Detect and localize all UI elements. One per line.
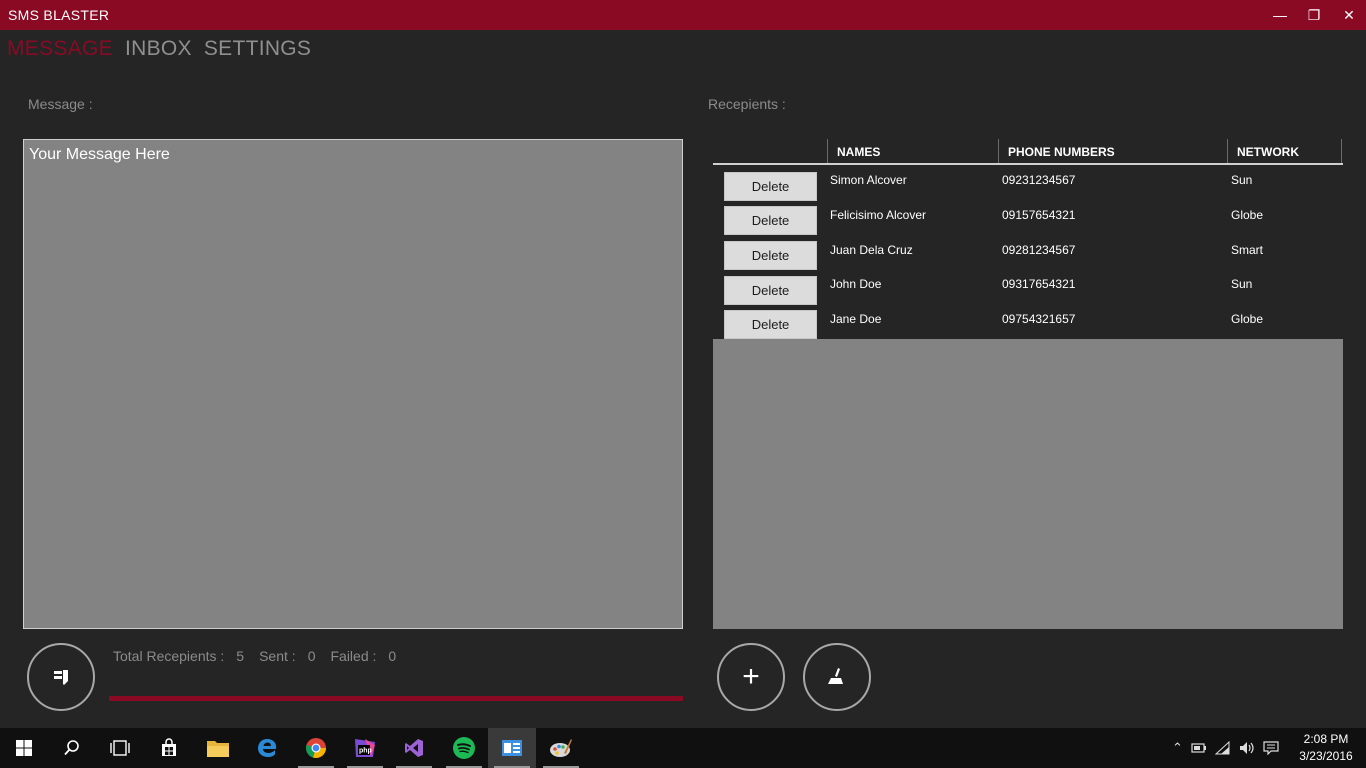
tab-message[interactable]: MESSAGE [7, 37, 113, 61]
minimize-icon: — [1273, 7, 1287, 23]
search-icon [64, 740, 79, 756]
column-header-network[interactable]: NETWORK [1227, 139, 1342, 163]
recipients-grid: NAMES PHONE NUMBERS NETWORK Delete Simon… [713, 139, 1343, 629]
recipient-name: Jane Doe [830, 312, 882, 326]
table-row: Delete Jane Doe 09754321657 Globe [713, 305, 1343, 339]
taskbar-sms-blaster[interactable] [488, 728, 536, 768]
taskbar-store[interactable] [145, 728, 193, 768]
taskbar-clock[interactable]: 2:08 PM 3/23/2016 [1294, 731, 1358, 765]
message-label: Message : [28, 96, 93, 112]
column-header-phone-numbers[interactable]: PHONE NUMBERS [998, 139, 1227, 163]
search-button[interactable] [48, 728, 96, 768]
recipient-name: John Doe [830, 277, 882, 291]
recipient-name: Felicisimo Alcover [830, 208, 927, 222]
delete-button[interactable]: Delete [724, 241, 817, 270]
taskbar-phpstorm[interactable]: php [341, 728, 389, 768]
recipient-network: Smart [1231, 243, 1264, 257]
recipients-label: Recepients : [708, 96, 786, 112]
table-row: Delete Juan Dela Cruz 09281234567 Smart [713, 236, 1343, 270]
failed-label: Failed : [330, 648, 377, 664]
main-nav: MESSAGE INBOX SETTINGS [7, 37, 311, 61]
broom-icon [828, 668, 843, 684]
taskbar-edge[interactable] [243, 728, 291, 768]
tab-settings[interactable]: SETTINGS [204, 37, 311, 61]
sent-label: Sent : [259, 648, 296, 664]
close-button[interactable]: ✕ [1332, 0, 1366, 30]
message-box [23, 139, 683, 629]
delete-button[interactable]: Delete [724, 276, 817, 305]
recipient-phone: 09317654321 [1002, 277, 1076, 291]
notifications-icon[interactable] [1263, 741, 1279, 755]
plus-icon: + [742, 660, 760, 693]
task-view-button[interactable] [96, 728, 144, 768]
phpstorm-icon: php [355, 739, 375, 757]
task-view-icon [110, 740, 130, 756]
recipient-phone: 09157654321 [1002, 208, 1076, 222]
send-icon [54, 670, 68, 685]
recipient-network: Globe [1231, 312, 1264, 326]
edge-icon [258, 739, 277, 757]
clock-date: 3/23/2016 [1299, 749, 1353, 763]
minimize-button[interactable]: — [1263, 0, 1297, 30]
app-title: SMS BLASTER [8, 7, 110, 23]
restore-button[interactable]: ❐ [1297, 0, 1331, 30]
recipient-network: Sun [1231, 173, 1253, 187]
total-recipients-label: Total Recepients : [113, 648, 225, 664]
grid-header: NAMES PHONE NUMBERS NETWORK [713, 139, 1343, 165]
spotify-icon [453, 737, 475, 759]
recipient-name: Simon Alcover [830, 173, 907, 187]
send-button[interactable] [27, 643, 95, 711]
store-icon [162, 738, 176, 756]
recipient-network: Globe [1231, 208, 1264, 222]
svg-text:php: php [359, 748, 372, 755]
sms-blaster-icon [502, 740, 522, 756]
table-row: Delete John Doe 09317654321 Sun [713, 271, 1343, 305]
failed-value: 0 [388, 648, 397, 664]
close-icon: ✕ [1343, 6, 1355, 23]
clear-recipients-button[interactable] [803, 643, 871, 711]
taskbar-paint[interactable] [537, 728, 585, 768]
table-row: Delete Simon Alcover 09231234567 Sun [713, 167, 1343, 201]
visual-studio-icon [405, 739, 423, 757]
recipients-grid-rows: NAMES PHONE NUMBERS NETWORK Delete Simon… [713, 139, 1343, 339]
taskbar-file-explorer[interactable] [194, 728, 242, 768]
paint-icon [550, 739, 572, 757]
tab-inbox[interactable]: INBOX [125, 37, 192, 61]
taskbar-spotify[interactable] [440, 728, 488, 768]
volume-icon[interactable] [1239, 741, 1255, 755]
start-button[interactable] [0, 728, 48, 768]
total-recipients-value: 5 [236, 648, 245, 664]
taskbar-visual-studio[interactable] [390, 728, 438, 768]
message-input[interactable] [29, 146, 677, 622]
taskbar-chrome[interactable] [292, 728, 340, 768]
folder-icon [207, 741, 229, 757]
system-tray: ⌃ [1172, 728, 1279, 768]
delete-button[interactable]: Delete [724, 172, 817, 201]
recipient-phone: 09754321657 [1002, 312, 1076, 326]
battery-icon[interactable] [1191, 742, 1207, 754]
recipient-phone: 09281234567 [1002, 243, 1076, 257]
delete-button[interactable]: Delete [724, 206, 817, 235]
add-recipient-button[interactable]: + [717, 643, 785, 711]
send-stats: Total Recepients : 5 Sent : 0 Failed : 0 [113, 648, 403, 664]
taskbar: php ⌃ 2:08 PM 3/23/2016 [0, 728, 1366, 768]
delete-button[interactable]: Delete [724, 310, 817, 339]
recipient-phone: 09231234567 [1002, 173, 1076, 187]
clock-time: 2:08 PM [1303, 732, 1349, 746]
restore-icon: ❐ [1307, 6, 1321, 23]
chrome-icon [306, 738, 326, 758]
sent-value: 0 [307, 648, 316, 664]
chevron-up-icon[interactable]: ⌃ [1172, 740, 1183, 756]
recipient-network: Sun [1231, 277, 1253, 291]
recipient-name: Juan Dela Cruz [830, 243, 913, 257]
progress-bar [109, 696, 683, 701]
wifi-icon[interactable] [1214, 741, 1231, 755]
title-bar: SMS BLASTER — ❐ ✕ [0, 0, 1366, 30]
column-header-names[interactable]: NAMES [827, 139, 998, 163]
table-row: Delete Felicisimo Alcover 09157654321 Gl… [713, 201, 1343, 235]
windows-start-icon [16, 740, 32, 756]
